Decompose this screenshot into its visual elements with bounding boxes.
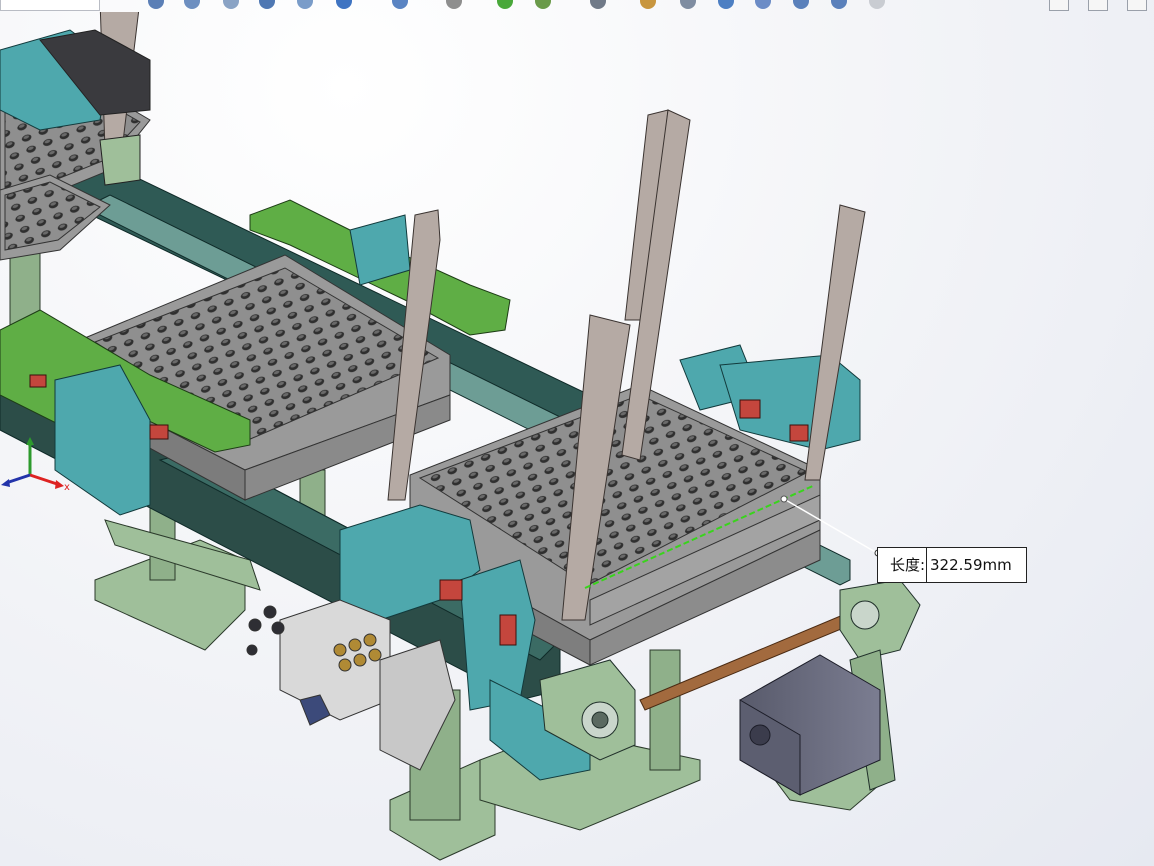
maximize-window-button[interactable]: [1088, 0, 1108, 11]
x-axis-label: x: [64, 482, 70, 493]
view-settings-icon[interactable]: [587, 0, 609, 12]
toolbar-search-field[interactable]: [0, 0, 100, 11]
dimension-midpoint: [780, 495, 788, 503]
display-style-icon[interactable]: [389, 0, 411, 12]
mate-icon[interactable]: [677, 0, 699, 12]
roll-view-icon[interactable]: [752, 0, 774, 12]
rotate-icon[interactable]: [715, 0, 737, 12]
move-component-icon[interactable]: [637, 0, 659, 12]
graphics-area[interactable]: 长度: 322.59mm: [0, 12, 1154, 866]
zoom-to-area-icon[interactable]: [181, 0, 203, 12]
x-axis-arrow: [29, 473, 61, 487]
reference-triad: x: [0, 435, 80, 495]
apply-scene-icon[interactable]: [532, 0, 554, 12]
command-toolbar: [0, 0, 1154, 12]
z-axis-arrow: [5, 473, 31, 485]
restore-window-button[interactable]: [1049, 0, 1069, 11]
zoom-to-fit-icon[interactable]: [145, 0, 167, 12]
section-view-icon[interactable]: [256, 0, 278, 12]
hide-show-items-icon[interactable]: [443, 0, 465, 12]
select-icon[interactable]: [866, 0, 888, 12]
y-axis-head: [26, 437, 34, 445]
view-orientation-icon[interactable]: [333, 0, 355, 12]
z-axis-head: [1, 479, 10, 487]
assembly-model: [0, 12, 921, 861]
edit-appearance-icon[interactable]: [494, 0, 516, 12]
dimension-readout[interactable]: 长度: 322.59mm: [877, 547, 1027, 583]
dynamic-annotation-icon[interactable]: [294, 0, 316, 12]
zoom-out-icon[interactable]: [828, 0, 850, 12]
zoom-in-icon[interactable]: [790, 0, 812, 12]
close-window-button[interactable]: [1127, 0, 1147, 11]
x-axis-head: [55, 480, 64, 489]
dimension-value: 322.59mm: [930, 556, 1012, 574]
dimension-label: 长度:: [878, 548, 927, 582]
previous-view-icon[interactable]: [220, 0, 242, 12]
